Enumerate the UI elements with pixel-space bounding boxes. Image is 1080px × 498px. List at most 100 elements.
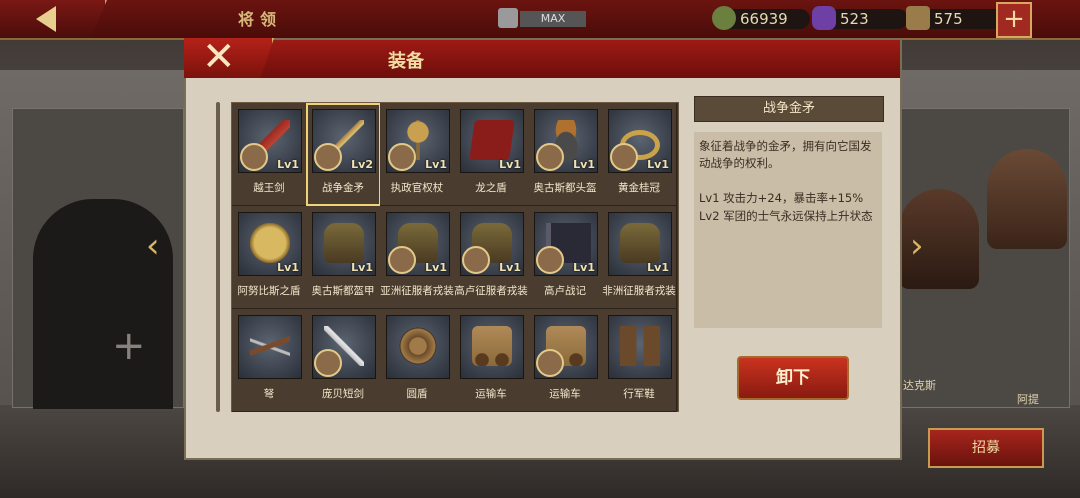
equipment-item[interactable]: 圆盾 [380, 309, 455, 412]
item-level: Lv2 [351, 158, 373, 171]
gold-counter: 66939 [712, 6, 810, 30]
detail-panel: 象征着战争的金矛，拥有向它国发动战争的权利。 Lv1 攻击力+24，暴击率+15… [694, 132, 882, 328]
item-level: Lv1 [647, 261, 669, 274]
item-level: Lv1 [277, 158, 299, 171]
item-slot: Lv1 [460, 109, 524, 173]
equipment-item[interactable]: 弩 [232, 309, 307, 412]
recruit-button[interactable]: 招募 [928, 428, 1044, 468]
banner-shield-icon [469, 120, 515, 160]
item-level: Lv1 [425, 261, 447, 274]
equipment-item[interactable]: 运输车 [528, 309, 603, 412]
chevron-right-icon[interactable]: › [910, 228, 934, 264]
item-name: 弩 [263, 388, 275, 400]
armor-icon [620, 223, 660, 263]
item-name: 高卢战记 [544, 285, 586, 297]
troops-icon [906, 6, 930, 30]
equipment-item[interactable]: Lv1 奥古斯都头盔 [528, 103, 603, 206]
building-icon [498, 8, 518, 28]
owner-avatar [610, 143, 638, 171]
equipment-item[interactable]: 庞贝短剑 [306, 309, 381, 412]
equipment-item[interactable]: Lv1 黄金桂冠 [602, 103, 677, 206]
item-slot: Lv1 [460, 212, 524, 276]
max-label: MAX [520, 11, 586, 27]
modal-header: 装备 [186, 40, 900, 78]
item-name: 运输车 [549, 388, 581, 400]
owner-avatar [388, 143, 416, 171]
effect-line: Lv1 攻击力+24，暴击率+15% [699, 191, 864, 205]
item-name: 战争金矛 [322, 182, 364, 194]
item-slot [608, 315, 672, 379]
item-level: Lv1 [499, 261, 521, 274]
owner-avatar [536, 246, 564, 274]
item-slot: Lv1 [386, 109, 450, 173]
item-slot: Lv1 [238, 109, 302, 173]
item-name: 高卢征服者戎装 [454, 285, 528, 297]
item-name: 亚洲征服者戎装 [380, 285, 454, 297]
equipment-item[interactable]: 运输车 [454, 309, 529, 412]
gem-counter: 523 [812, 6, 908, 30]
item-name: 阿努比斯之盾 [237, 285, 301, 297]
item-name: 非洲征服者戎装 [602, 285, 676, 297]
item-name: 龙之盾 [475, 182, 507, 194]
hero-portrait [987, 149, 1067, 249]
unequip-button[interactable]: 卸下 [737, 356, 849, 400]
owner-avatar [536, 143, 564, 171]
item-name: 庞贝短剑 [322, 388, 364, 400]
item-slot: Lv1 [386, 212, 450, 276]
equipment-item[interactable]: Lv2 战争金矛 [306, 103, 381, 206]
equipment-item[interactable]: Lv1 高卢征服者戎装 [454, 206, 529, 309]
item-slot: Lv2 [312, 109, 376, 173]
gold-value: 66939 [740, 10, 788, 28]
equipment-item[interactable]: Lv1 非洲征服者戎装 [602, 206, 677, 309]
equipment-item[interactable]: Lv1 阿努比斯之盾 [232, 206, 307, 309]
item-level: Lv1 [351, 261, 373, 274]
add-hero-icon[interactable]: + [112, 323, 146, 369]
add-resource-button[interactable]: + [996, 2, 1032, 38]
item-slot: Lv1 [608, 212, 672, 276]
chevron-left-icon[interactable]: ‹ [146, 228, 170, 264]
unequip-label: 卸下 [776, 368, 810, 388]
oval-shield-icon [250, 223, 290, 263]
item-name: 奥古斯都头盔 [533, 182, 597, 194]
recruit-label: 招募 [972, 440, 1000, 456]
owner-avatar [462, 246, 490, 274]
item-name: 运输车 [475, 388, 507, 400]
item-level: Lv1 [425, 158, 447, 171]
equipment-item[interactable]: Lv1 奥古斯都盔甲 [306, 206, 381, 309]
item-slot [460, 315, 524, 379]
effect-line: Lv2 军团的士气永远保持上升状态 [699, 209, 873, 223]
coin-icon [712, 6, 736, 30]
boots-icon [620, 326, 660, 366]
item-slot: Lv1 [534, 109, 598, 173]
equipment-item[interactable]: Lv1 龙之盾 [454, 103, 529, 206]
top-bar: 将领 MAX 66939 523 575 + [0, 0, 1080, 40]
item-slot: Lv1 [238, 212, 302, 276]
item-name: 黄金桂冠 [618, 182, 660, 194]
item-level: Lv1 [573, 261, 595, 274]
crossbow-icon [250, 326, 290, 366]
owner-avatar [536, 349, 564, 377]
item-name: 圆盾 [406, 388, 428, 400]
equipment-item[interactable]: 行军鞋 [602, 309, 677, 412]
back-button[interactable] [0, 0, 107, 38]
equipment-item[interactable]: Lv1 高卢战记 [528, 206, 603, 309]
round-shield-icon [398, 326, 438, 366]
item-slot: Lv1 [534, 212, 598, 276]
item-slot [534, 315, 598, 379]
item-name: 越王剑 [253, 182, 285, 194]
scrollbar[interactable] [216, 102, 220, 412]
detail-title: 战争金矛 [694, 96, 884, 122]
close-button[interactable]: ✕ [184, 38, 274, 78]
item-slot [386, 315, 450, 379]
item-name: 执政官权杖 [390, 182, 444, 194]
equipment-item[interactable]: Lv1 执政官权杖 [380, 103, 455, 206]
armor-icon [324, 223, 364, 263]
troops-value: 575 [934, 10, 963, 28]
owner-avatar [314, 349, 342, 377]
equipment-item[interactable]: Lv1 亚洲征服者戎装 [380, 206, 455, 309]
item-level: Lv1 [647, 158, 669, 171]
gem-icon [812, 6, 836, 30]
item-slot [238, 315, 302, 379]
equipment-item[interactable]: Lv1 越王剑 [232, 103, 307, 206]
owner-avatar [240, 143, 268, 171]
